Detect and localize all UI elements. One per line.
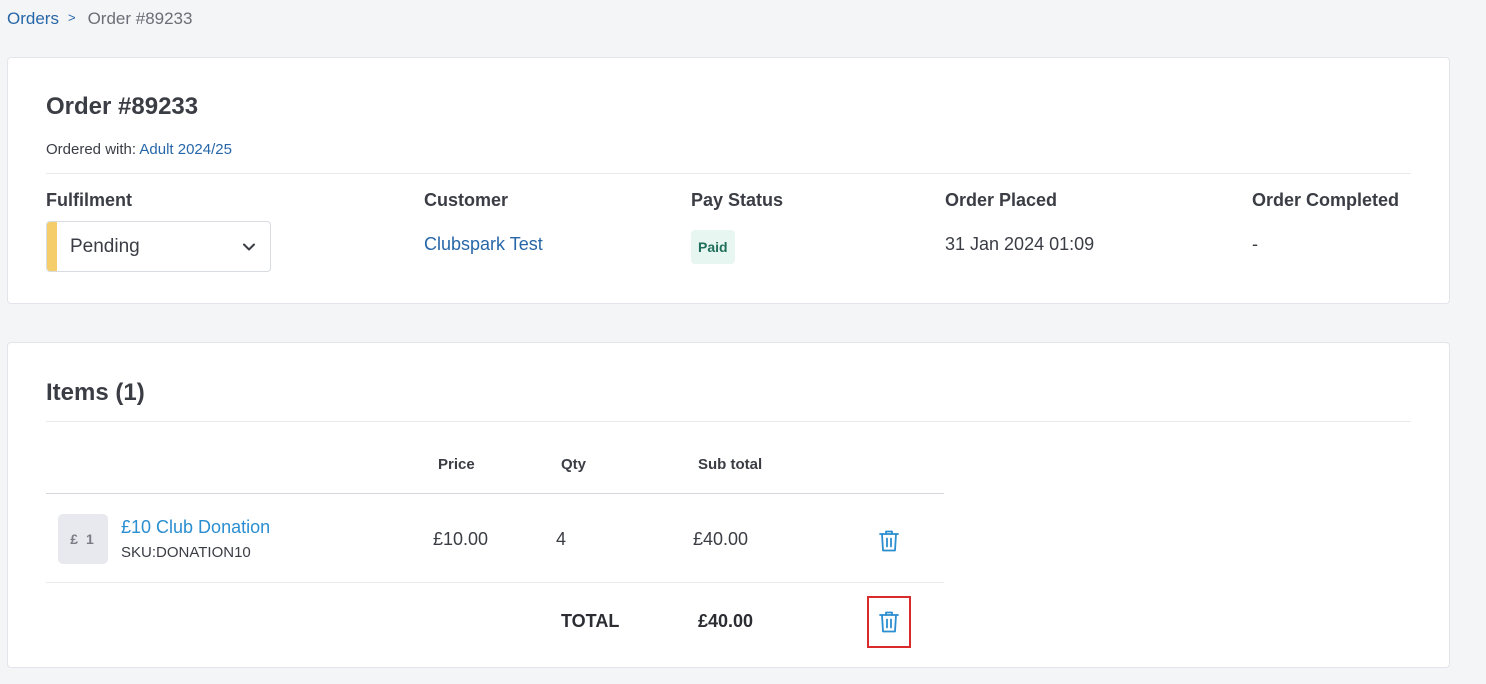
divider	[46, 421, 1411, 422]
subtotal-column-header: Sub total	[698, 456, 763, 473]
fulfilment-select-value: Pending	[70, 235, 140, 257]
order-placed-heading: Order Placed	[945, 190, 1058, 210]
fulfilment-select[interactable]: Pending	[46, 221, 271, 272]
order-detail-page: Orders > Order #89233 Order #89233 Order…	[0, 0, 1486, 684]
row-divider	[46, 582, 944, 583]
items-title: Items (1)	[46, 379, 145, 406]
items-card: Items (1) Price Qty Sub total £ 1 £10 Cl…	[7, 342, 1450, 668]
status-color-bar	[47, 222, 57, 271]
customer-link[interactable]: Clubspark Test	[424, 234, 543, 255]
order-placed-value: 31 Jan 2024 01:09	[945, 234, 1095, 254]
pay-status-heading: Pay Status	[691, 190, 784, 210]
item-price: £10.00	[433, 529, 489, 549]
breadcrumb: Orders > Order #89233	[7, 9, 192, 29]
qty-column-header: Qty	[561, 456, 587, 473]
header-divider	[46, 493, 944, 494]
breadcrumb-current: Order #89233	[87, 9, 193, 28]
trash-icon	[879, 530, 899, 552]
chevron-right-icon: >	[67, 9, 76, 25]
ordered-with-label: Ordered with:	[46, 141, 137, 158]
order-summary-card: Order #89233 Ordered with: Adult 2024/25…	[7, 57, 1450, 304]
ordered-with-link[interactable]: Adult 2024/25	[139, 141, 232, 158]
trash-icon	[879, 611, 899, 633]
item-thumbnail: £ 1	[58, 514, 108, 564]
divider	[46, 173, 1411, 174]
order-title: Order #89233	[46, 93, 199, 120]
breadcrumb-orders-link[interactable]: Orders	[7, 9, 59, 29]
fulfilment-heading: Fulfilment	[46, 190, 132, 210]
chevron-down-icon	[243, 243, 255, 250]
item-qty: 4	[556, 529, 567, 549]
delete-item-button[interactable]	[867, 515, 911, 567]
order-completed-heading: Order Completed	[1252, 190, 1400, 210]
total-label: TOTAL	[561, 611, 620, 631]
total-value: £40.00	[698, 611, 754, 631]
customer-heading: Customer	[424, 190, 509, 210]
price-column-header: Price	[438, 456, 475, 473]
delete-order-button[interactable]	[867, 596, 911, 648]
item-sku: SKU:DONATION10	[121, 544, 251, 561]
pay-status-badge: Paid	[691, 230, 735, 264]
order-completed-value: -	[1252, 234, 1258, 254]
item-name-link[interactable]: £10 Club Donation	[121, 517, 270, 538]
item-subtotal: £40.00	[693, 529, 749, 549]
ordered-with: Ordered with: Adult 2024/25	[46, 141, 232, 158]
